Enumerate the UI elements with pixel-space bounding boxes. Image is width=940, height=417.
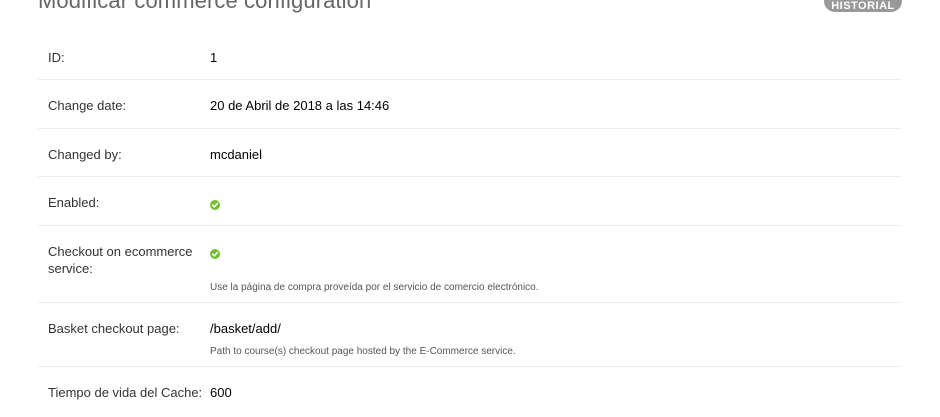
field-label-enabled: Enabled: bbox=[48, 195, 100, 210]
history-button[interactable]: HISTORIAL bbox=[824, 0, 902, 12]
field-value-cache-ttl: 600 bbox=[210, 385, 232, 400]
check-circle-icon bbox=[210, 249, 220, 259]
field-value-enabled bbox=[210, 194, 220, 211]
field-row-change-date: Change date: 20 de Abril de 2018 a las 1… bbox=[38, 80, 902, 129]
field-row-changed-by: Changed by: mcdaniel bbox=[38, 129, 902, 177]
field-row-basket-checkout-page: Basket checkout page: /basket/add/ Path … bbox=[38, 303, 902, 367]
field-value-change-date: 20 de Abril de 2018 a las 14:46 bbox=[210, 98, 390, 113]
field-help-checkout-on-ecommerce: Use la página de compra proveída por el … bbox=[210, 282, 539, 293]
check-circle-icon bbox=[210, 200, 220, 210]
field-help-basket-checkout-page: Path to course(s) checkout page hosted b… bbox=[210, 346, 516, 357]
field-row-id: ID: 1 bbox=[38, 32, 902, 80]
field-row-checkout-on-ecommerce: Checkout on ecommerce service: Use la pá… bbox=[38, 226, 902, 303]
readonly-form: ID: 1 Change date: 20 de Abril de 2018 a… bbox=[38, 32, 902, 417]
field-label-changed-by: Changed by: bbox=[48, 147, 122, 162]
field-value-basket-checkout-page: /basket/add/ bbox=[210, 321, 281, 336]
field-label-basket-checkout-page: Basket checkout page: bbox=[48, 321, 180, 336]
field-value-checkout-on-ecommerce bbox=[210, 243, 220, 260]
field-label-checkout-on-ecommerce: Checkout on ecommerce service: bbox=[48, 244, 193, 276]
field-value-id: 1 bbox=[210, 50, 218, 65]
page-title: Modificar commerce configuration bbox=[38, 0, 372, 13]
field-row-cache-ttl: Tiempo de vida del Cache: 600 bbox=[38, 367, 902, 417]
field-label-cache-ttl: Tiempo de vida del Cache: bbox=[48, 385, 203, 400]
field-label-id: ID: bbox=[48, 50, 65, 65]
field-value-changed-by: mcdaniel bbox=[210, 147, 263, 162]
field-row-enabled: Enabled: bbox=[38, 177, 902, 226]
field-label-change-date: Change date: bbox=[48, 98, 127, 113]
